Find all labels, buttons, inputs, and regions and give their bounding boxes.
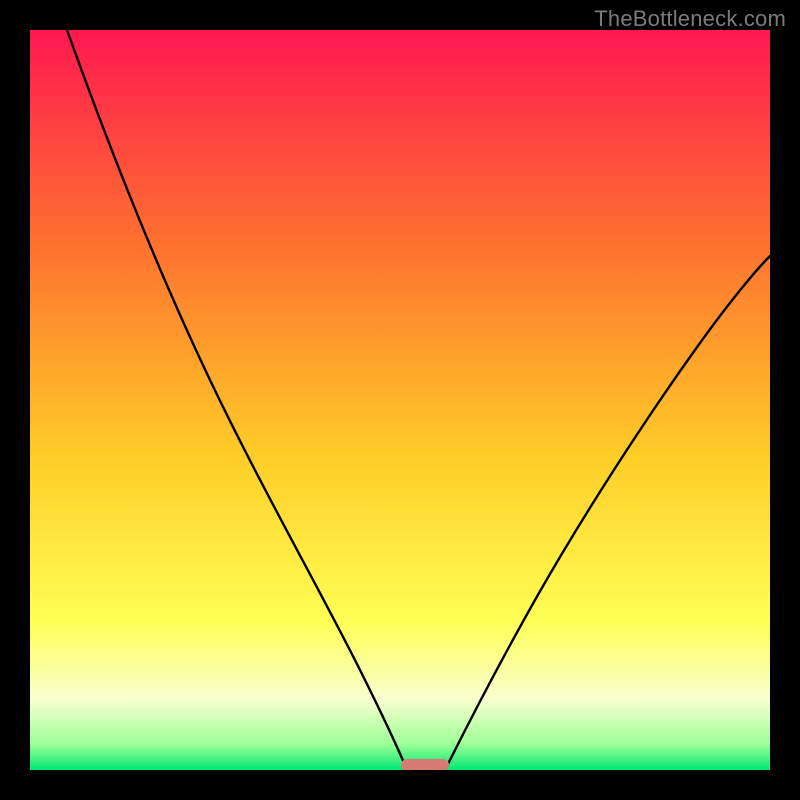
chart-frame: TheBottleneck.com [0, 0, 800, 800]
bottleneck-chart [30, 30, 770, 770]
plot-area [30, 30, 770, 770]
optimum-marker [401, 759, 449, 770]
watermark-text: TheBottleneck.com [594, 6, 786, 32]
